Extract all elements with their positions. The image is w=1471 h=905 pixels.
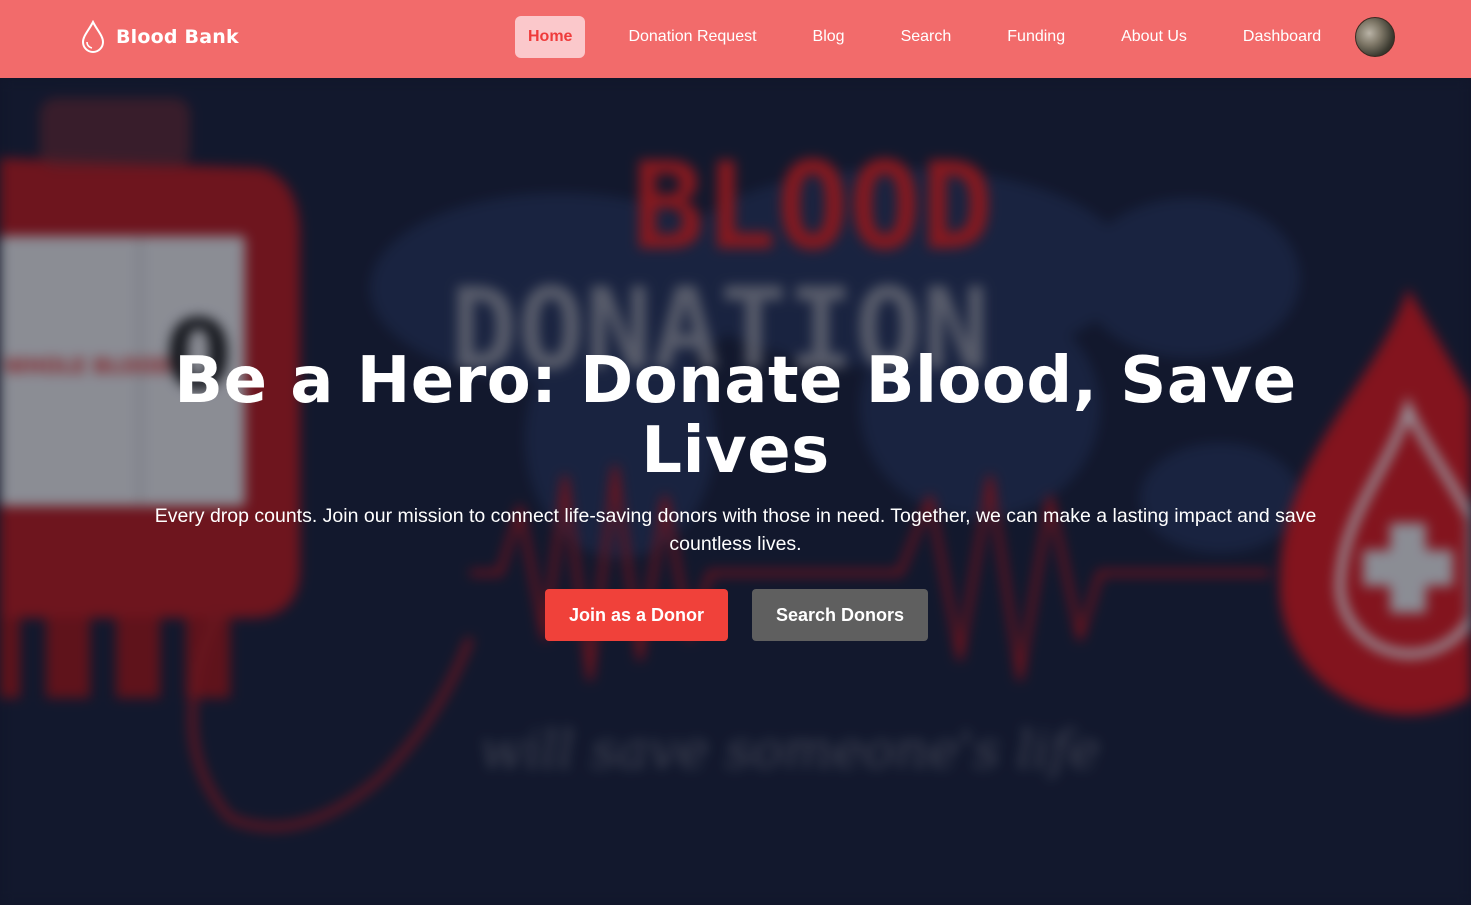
blood-drop-icon xyxy=(80,20,106,54)
nav-item-dashboard[interactable]: Dashboard xyxy=(1230,16,1334,58)
hero-content: Be a Hero: Donate Blood, Save Lives Ever… xyxy=(0,78,1471,905)
hero-title: Be a Hero: Donate Blood, Save Lives xyxy=(174,344,1297,488)
hero-description: Every drop counts. Join our mission to c… xyxy=(154,505,1317,555)
nav-item-funding[interactable]: Funding xyxy=(994,16,1078,58)
nav-item-donation-request[interactable]: Donation Request xyxy=(615,16,769,58)
nav-item-home[interactable]: Home xyxy=(515,16,586,58)
nav-links: Home Donation Request Blog Search Fundin… xyxy=(515,16,1334,58)
navbar: Blood Bank Home Donation Request Blog Se… xyxy=(0,0,1471,78)
nav-item-blog[interactable]: Blog xyxy=(800,16,858,58)
brand-name: Blood Bank xyxy=(116,26,239,48)
join-as-donor-button[interactable]: Join as a Donor xyxy=(545,589,728,641)
hero-section: BLOOD DONATION 0 WHOLE BLOOD will save s… xyxy=(0,78,1471,905)
nav-item-search[interactable]: Search xyxy=(888,16,965,58)
user-avatar[interactable] xyxy=(1355,17,1395,57)
nav-item-about-us[interactable]: About Us xyxy=(1108,16,1200,58)
brand-logo[interactable]: Blood Bank xyxy=(80,20,239,54)
search-donors-button[interactable]: Search Donors xyxy=(752,589,928,641)
